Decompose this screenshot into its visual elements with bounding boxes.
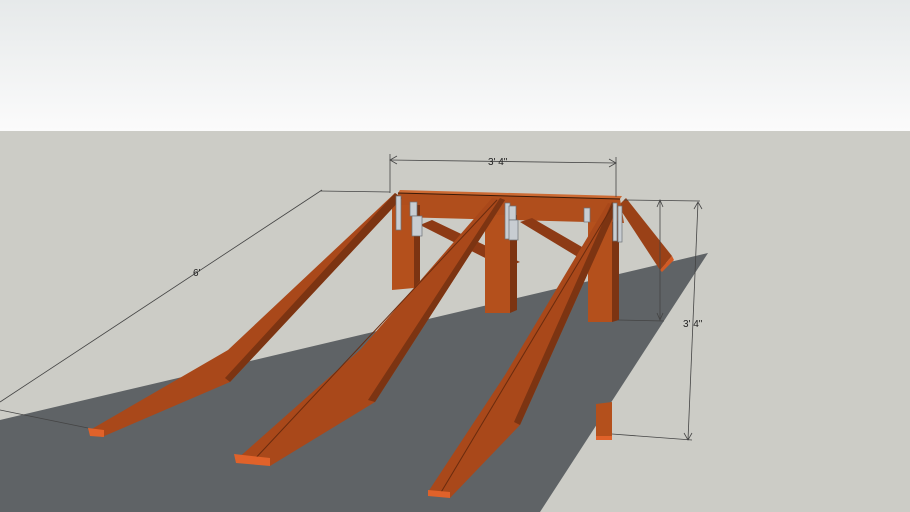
dimension-top-width-label: 3' 4" (488, 157, 508, 168)
model-viewport[interactable]: 3' 4" 6' 3' 4" (0, 0, 910, 512)
leg-4 (596, 402, 612, 440)
sky (0, 0, 910, 131)
dimension-length-label: 6' (193, 268, 201, 279)
dimension-height-label: 3' 4" (683, 319, 703, 330)
